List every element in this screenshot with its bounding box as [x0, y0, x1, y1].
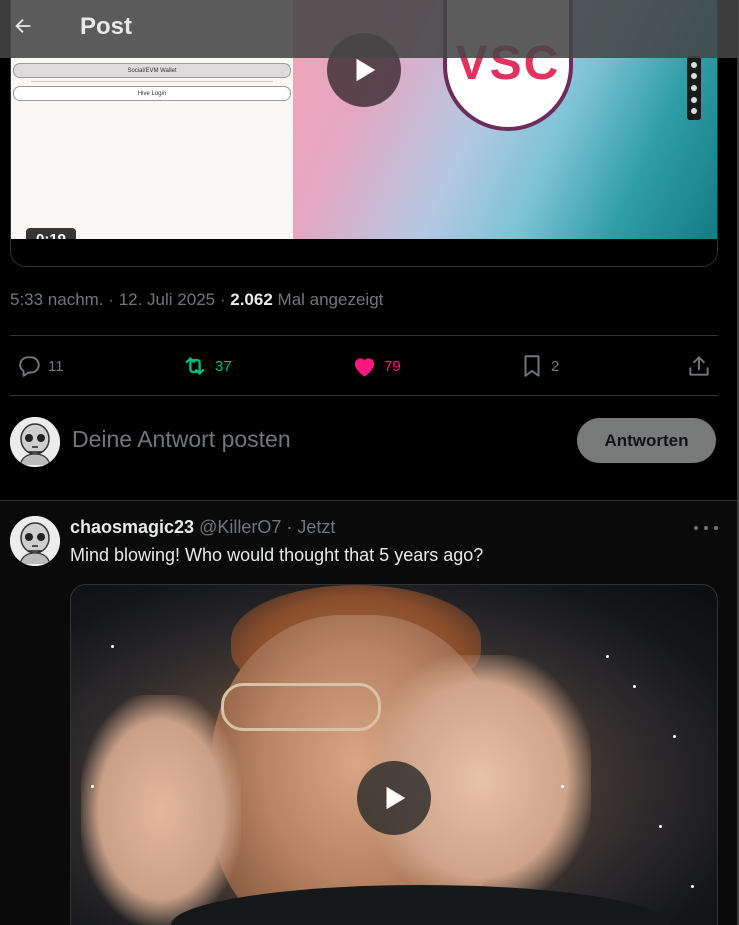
reply-text: Mind blowing! Who would thought that 5 y…: [70, 545, 484, 565]
skull-avatar-icon: [10, 516, 60, 566]
retweet-icon: [185, 357, 205, 375]
heart-icon: [354, 357, 375, 377]
reply-button[interactable]: Antworten: [577, 418, 716, 463]
share-icon: [689, 356, 709, 376]
bookmark-count: 2: [551, 357, 560, 375]
video-divider: [31, 81, 273, 82]
post-date[interactable]: 12. Juli 2025: [119, 290, 215, 309]
avatar[interactable]: [10, 516, 60, 566]
video-controls-area: [11, 239, 717, 266]
video-side-toolbar: [687, 56, 701, 120]
gif-play-button[interactable]: [357, 761, 431, 835]
views-count: 2.062: [230, 290, 273, 309]
back-button[interactable]: [6, 9, 40, 43]
share-action[interactable]: [686, 336, 712, 396]
reply-count: 11: [48, 357, 64, 375]
play-icon: [386, 786, 406, 810]
reply-author-handle[interactable]: @KillerO7: [199, 517, 281, 537]
arrow-left-icon: [15, 18, 31, 34]
video-wallet-button: Social/EVM Wallet: [13, 63, 291, 78]
retweet-count: 37: [215, 357, 232, 375]
top-bar: Post: [0, 0, 739, 58]
reply-action[interactable]: 11: [16, 336, 64, 396]
reply-header: chaosmagic23 @KillerO7 · Jetzt: [70, 517, 336, 537]
skull-avatar-icon: [10, 417, 60, 467]
divider: [10, 395, 718, 396]
bookmark-action[interactable]: 2: [519, 336, 559, 396]
like-action[interactable]: 79: [351, 336, 401, 396]
more-options-button[interactable]: [694, 517, 718, 539]
play-icon: [356, 58, 376, 82]
avatar[interactable]: [10, 417, 60, 467]
reply-author-name[interactable]: chaosmagic23: [70, 517, 194, 537]
like-count: 79: [384, 357, 401, 375]
reply-input[interactable]: Deine Antwort posten: [72, 426, 291, 453]
reply-time[interactable]: Jetzt: [297, 517, 335, 537]
video-hive-login-button: Hive Login: [13, 86, 291, 101]
reply-icon: [19, 356, 40, 377]
bookmark-icon: [524, 355, 540, 377]
post-meta: 5:33 nachm. · 12. Juli 2025 · 2.062 Mal …: [10, 290, 384, 309]
post-time[interactable]: 5:33 nachm.: [10, 290, 104, 309]
reply-gif[interactable]: [70, 584, 718, 925]
more-icon: [694, 526, 698, 530]
page-title: Post: [80, 13, 133, 40]
action-bar: 11 37 79 2: [0, 336, 739, 396]
retweet-action[interactable]: 37: [181, 336, 232, 396]
views-label: Mal angezeigt: [277, 290, 384, 309]
